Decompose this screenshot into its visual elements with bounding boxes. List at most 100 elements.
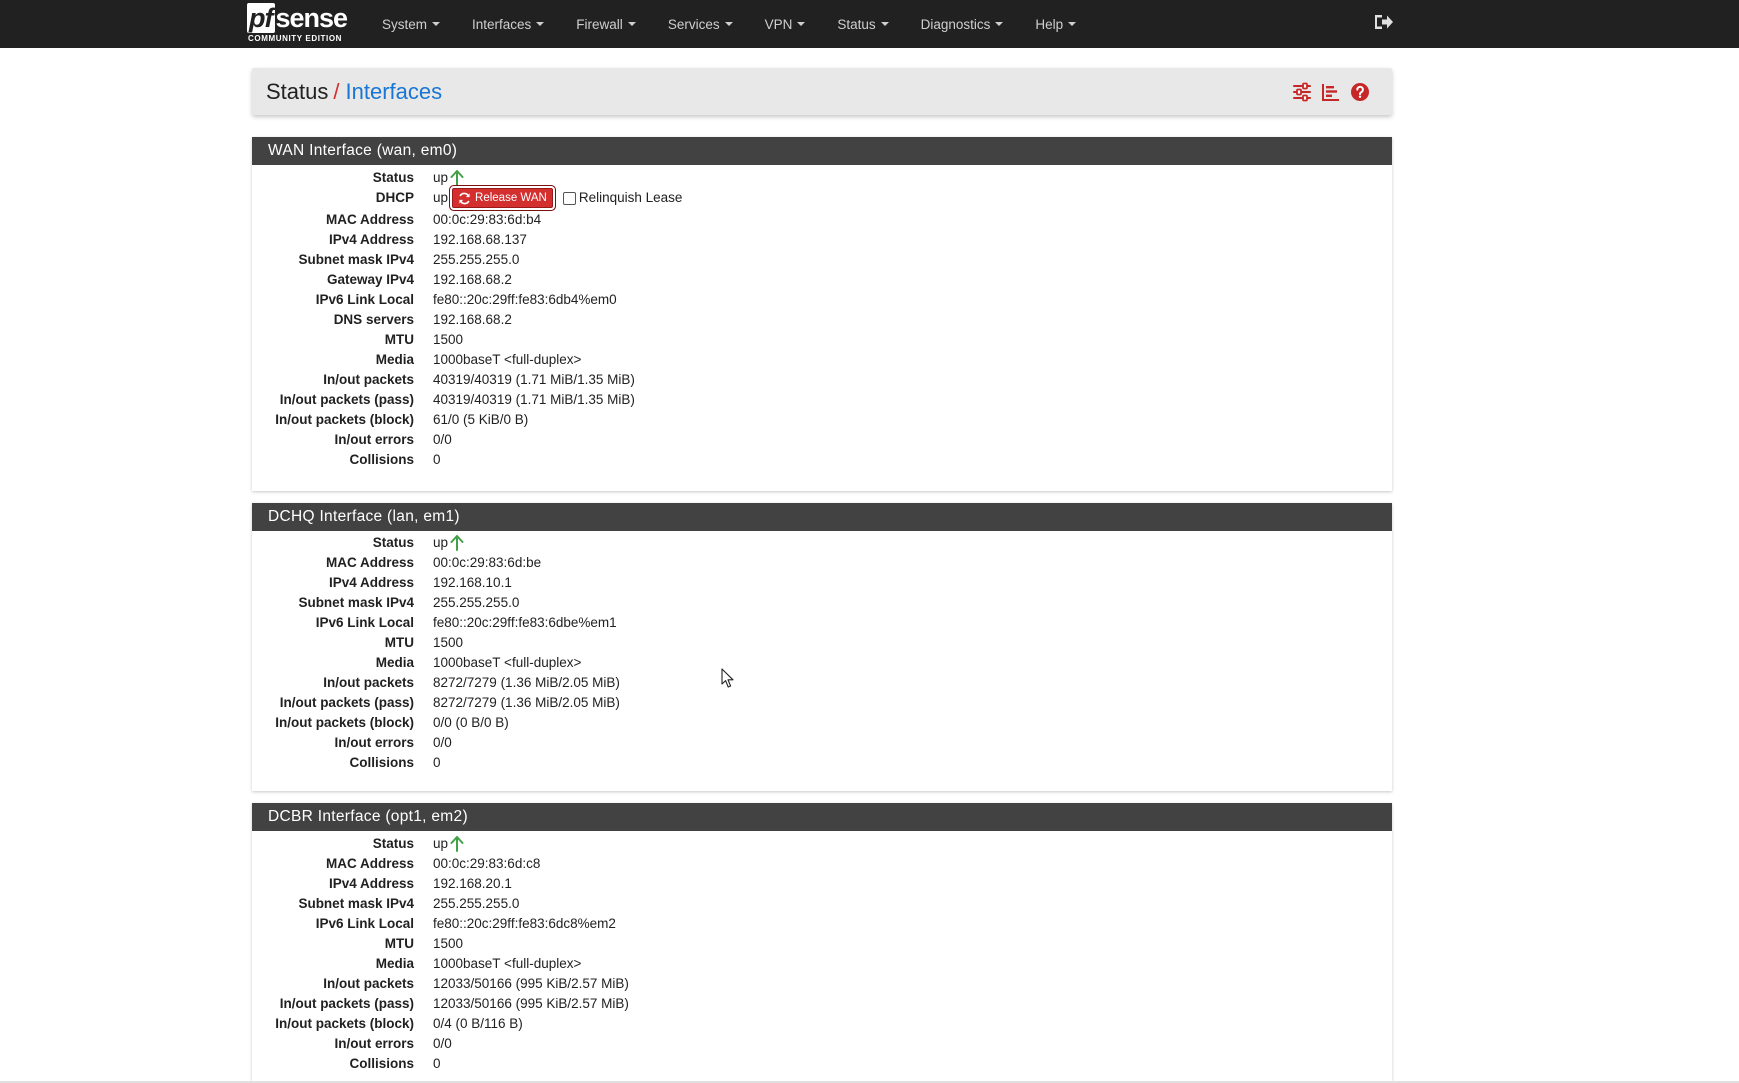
row-label: In/out errors	[334, 735, 414, 750]
row-value: 12033/50166 (995 KiB/2.57 MiB)	[433, 996, 629, 1011]
row-value: up	[433, 168, 464, 188]
menu-label: Status	[837, 16, 876, 32]
row-value: fe80::20c:29ff:fe83:6db4%em0	[433, 292, 617, 307]
row-label: Collisions	[349, 1056, 414, 1071]
caret-down-icon	[797, 22, 806, 26]
relinquish-lease-label[interactable]: Relinquish Lease	[579, 188, 683, 208]
row-value: 1000baseT <full-duplex>	[433, 655, 582, 670]
row-errors: In/out errors 0/0	[252, 1034, 1392, 1054]
row-label: MTU	[384, 332, 414, 347]
row-packets-block: In/out packets (block) 61/0 (5 KiB/0 B)	[252, 410, 1392, 430]
row-label: DNS servers	[333, 312, 414, 327]
row-label: In/out errors	[334, 1036, 414, 1051]
row-value: 61/0 (5 KiB/0 B)	[433, 412, 529, 427]
row-label: Status	[372, 535, 414, 550]
row-value: 192.168.68.2	[433, 312, 512, 327]
menu-diagnostics[interactable]: Diagnostics	[905, 0, 1020, 48]
row-label: In/out packets (pass)	[279, 996, 414, 1011]
arrow-up-icon	[450, 535, 464, 551]
breadcrumb-actions	[1292, 81, 1370, 103]
logo-edition: COMMUNITY EDITION	[248, 34, 343, 43]
row-subnet-mask: Subnet mask IPv4 255.255.255.0	[252, 894, 1392, 914]
menu-label: Interfaces	[472, 16, 532, 32]
row-value: 40319/40319 (1.71 MiB/1.35 MiB)	[433, 372, 635, 387]
caret-down-icon	[995, 22, 1004, 26]
row-label: In/out packets (pass)	[279, 695, 414, 710]
interface-panel-lan: DCHQ Interface (lan, em1) Status up MAC …	[252, 503, 1392, 791]
release-wan-button[interactable]: Release WAN	[452, 188, 553, 208]
row-label: MAC Address	[325, 856, 414, 871]
menu-firewall[interactable]: Firewall	[560, 0, 652, 48]
menu-label: Help	[1035, 16, 1064, 32]
row-value: 192.168.20.1	[433, 876, 512, 891]
row-value: 00:0c:29:83:6d:be	[433, 555, 542, 570]
menu-help[interactable]: Help	[1019, 0, 1092, 48]
pfsense-logo[interactable]: pf sense COMMUNITY EDITION	[247, 3, 353, 45]
row-value: 0	[433, 1056, 441, 1071]
status-text: up	[433, 170, 449, 185]
menu-label: VPN	[764, 16, 793, 32]
row-value: fe80::20c:29ff:fe83:6dc8%em2	[433, 916, 616, 931]
menu-label: Diagnostics	[920, 16, 991, 32]
row-label: MAC Address	[325, 555, 414, 570]
help-circle-icon[interactable]	[1350, 82, 1370, 102]
row-collisions: Collisions 0	[252, 1054, 1392, 1074]
menu-status[interactable]: Status	[821, 0, 904, 48]
bar-chart-icon[interactable]	[1321, 82, 1341, 102]
row-label: IPv6 Link Local	[315, 292, 414, 307]
row-value: 8272/7279 (1.36 MiB/2.05 MiB)	[433, 695, 620, 710]
row-ipv6-link-local: IPv6 Link Local fe80::20c:29ff:fe83:6dbe%…	[252, 613, 1392, 633]
top-navbar: pf sense COMMUNITY EDITION System Interfa…	[0, 0, 1739, 48]
logo-pf: pf	[247, 3, 276, 33]
row-dns-servers: DNS servers 192.168.68.2	[252, 310, 1392, 330]
caret-down-icon	[536, 22, 545, 26]
sliders-icon[interactable]	[1292, 82, 1312, 102]
row-packets: In/out packets 8272/7279 (1.36 MiB/2.05 M…	[252, 673, 1392, 693]
row-media: Media 1000baseT <full-duplex>	[252, 350, 1392, 370]
row-label: Status	[372, 170, 414, 185]
row-value: 8272/7279 (1.36 MiB/2.05 MiB)	[433, 675, 620, 690]
row-mtu: MTU 1500	[252, 633, 1392, 653]
row-status: Status up	[252, 533, 1392, 553]
row-label: IPv4 Address	[328, 575, 414, 590]
row-label: MTU	[384, 635, 414, 650]
status-text: up	[433, 535, 449, 550]
row-value: 1500	[433, 332, 464, 347]
row-packets-block: In/out packets (block) 0/0 (0 B/0 B)	[252, 713, 1392, 733]
row-label: Status	[372, 836, 414, 851]
row-mac-address: MAC Address 00:0c:29:83:6d:c8	[252, 854, 1392, 874]
row-label: MAC Address	[325, 212, 414, 227]
row-value: 12033/50166 (995 KiB/2.57 MiB)	[433, 976, 629, 991]
sign-out-icon[interactable]	[1372, 11, 1394, 33]
row-value: 0/0	[433, 432, 452, 447]
row-errors: In/out errors 0/0	[252, 430, 1392, 450]
menu-services[interactable]: Services	[652, 0, 749, 48]
row-mac-address: MAC Address 00:0c:29:83:6d:be	[252, 553, 1392, 573]
row-value: up	[433, 834, 464, 854]
row-label: MTU	[384, 936, 414, 951]
caret-down-icon	[724, 22, 733, 26]
breadcrumb-interfaces[interactable]: Interfaces	[346, 79, 443, 104]
row-label: In/out errors	[334, 432, 414, 447]
relinquish-lease-checkbox[interactable]	[562, 191, 576, 205]
menu-interfaces[interactable]: Interfaces	[456, 0, 560, 48]
row-subnet-mask: Subnet mask IPv4 255.255.255.0	[252, 250, 1392, 270]
row-label: In/out packets	[323, 976, 414, 991]
row-gateway: Gateway IPv4 192.168.68.2	[252, 270, 1392, 290]
row-label: Collisions	[349, 755, 414, 770]
interface-panel-wan: WAN Interface (wan, em0) Status up DHCP …	[252, 137, 1392, 491]
row-value: 1500	[433, 635, 464, 650]
row-value: up Release WAN Relinquish Lease	[433, 188, 682, 208]
menu-vpn[interactable]: VPN	[749, 0, 822, 48]
panel-title: DCBR Interface (opt1, em2)	[252, 803, 1392, 831]
row-packets: In/out packets 12033/50166 (995 KiB/2.57 …	[252, 974, 1392, 994]
row-label: IPv4 Address	[328, 876, 414, 891]
panel-title: WAN Interface (wan, em0)	[252, 137, 1392, 165]
arrow-up-icon	[450, 836, 464, 852]
menu-system[interactable]: System	[366, 0, 456, 48]
row-value: 255.255.255.0	[433, 595, 520, 610]
row-label: Media	[375, 956, 414, 971]
row-label: IPv4 Address	[328, 232, 414, 247]
row-subnet-mask: Subnet mask IPv4 255.255.255.0	[252, 593, 1392, 613]
breadcrumb-status: Status	[266, 79, 329, 104]
